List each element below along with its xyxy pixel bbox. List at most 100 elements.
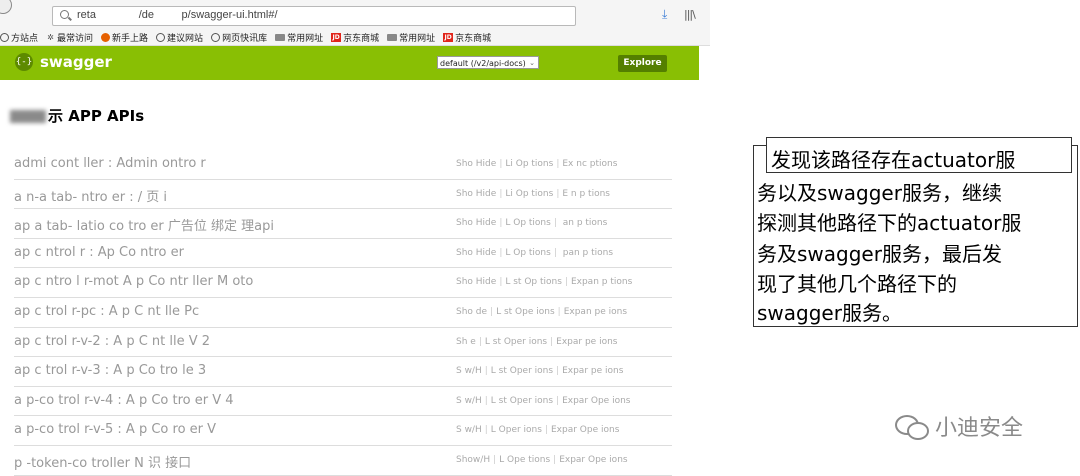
- expand-operations-link[interactable]: Ex nc ptions: [562, 159, 617, 169]
- bookmark-item[interactable]: 新手上路: [101, 31, 148, 44]
- show-hide-link[interactable]: S w/H: [456, 396, 482, 406]
- resource-actions: Sho Hide | L st Op tions | Expan p tions: [456, 277, 632, 287]
- list-operations-link[interactable]: L st Ope ions: [496, 307, 555, 317]
- reload-icon[interactable]: [0, 0, 12, 14]
- resource-row[interactable]: p -token-co troller N 识 接口 Show/H | L Ope t…: [14, 446, 672, 476]
- bookmark-label: 建议网站: [167, 34, 204, 44]
- separator: |: [484, 395, 488, 406]
- address-bar[interactable]: reta /de p/swagger-ui.html#/: [52, 6, 576, 26]
- bookmark-item[interactable]: 常用网址: [275, 31, 323, 44]
- separator: |: [556, 395, 560, 406]
- resource-name[interactable]: a p-co trol r-v-4 : A p Co tro er V 4: [14, 393, 234, 408]
- list-operations-link[interactable]: L st Oper ions: [491, 396, 553, 406]
- resource-name[interactable]: admi cont ller : Admin ontro r: [14, 156, 206, 171]
- show-hide-link[interactable]: Sho Hide: [456, 189, 496, 199]
- redacted-block: [10, 110, 46, 123]
- separator: |: [499, 218, 503, 229]
- bookmark-item[interactable]: JD 京东商城: [443, 31, 491, 44]
- folder-icon: [275, 34, 286, 41]
- bookmark-item[interactable]: 建议网站: [156, 31, 203, 44]
- expand-operations-link[interactable]: an p tions: [560, 218, 608, 228]
- list-operations-link[interactable]: L st Oper ions: [485, 337, 547, 347]
- resource-name[interactable]: ap c trol r-v-2 : A p C nt lle V 2: [14, 334, 210, 349]
- annotation-line: swagger服务。: [757, 301, 902, 325]
- jd-icon: JD: [331, 33, 342, 42]
- resource-name[interactable]: p -token-co troller N 识 接口: [14, 452, 191, 471]
- bookmark-item[interactable]: 网页快讯库: [211, 31, 267, 44]
- library-icon[interactable]: |||\: [684, 8, 696, 21]
- separator: |: [499, 277, 503, 288]
- show-hide-link[interactable]: Sho de: [456, 307, 487, 317]
- expand-operations-link[interactable]: Expar Ope ions: [559, 455, 627, 465]
- bookmark-item[interactable]: 常用网址: [387, 31, 435, 44]
- resource-row[interactable]: ap a tab- latio co tro er 广告位 绑定 理api Sho…: [14, 209, 672, 239]
- show-hide-link[interactable]: Sho Hide: [456, 218, 496, 228]
- show-hide-link[interactable]: Show/H: [456, 455, 490, 465]
- show-hide-link[interactable]: S w/H: [456, 425, 482, 435]
- resource-row[interactable]: ap c trol r-v-2 : A p C nt lle V 2 Sh e | L…: [14, 328, 672, 358]
- separator: |: [478, 336, 482, 347]
- watermark: 小迪安全: [895, 410, 1023, 442]
- separator: |: [544, 425, 548, 436]
- resource-row[interactable]: ap c trol r-v-3 : A p Co tro le 3S w/H | L…: [14, 357, 672, 387]
- resource-row[interactable]: admi cont ller : Admin ontro r Sho Hide | L…: [14, 150, 672, 180]
- list-operations-link[interactable]: L st Op tions: [505, 277, 562, 287]
- folder-icon: [387, 34, 398, 41]
- list-operations-link[interactable]: L Ope tions: [499, 455, 550, 465]
- annotation-line: 发现该路径存在actuator服: [771, 148, 1016, 172]
- bookmark-item[interactable]: JD 京东商城: [331, 31, 379, 44]
- download-icon[interactable]: ⤓: [662, 8, 667, 20]
- resource-row[interactable]: a p-co trol r-v-4 : A p Co tro er V 4 S w…: [14, 387, 672, 417]
- expand-operations-link[interactable]: pan p tions: [560, 248, 613, 258]
- globe-icon: [0, 33, 9, 42]
- resource-actions: Sho Hide | L Op tions | an p tions: [456, 218, 607, 228]
- expand-operations-link[interactable]: E n p tions: [562, 189, 610, 199]
- expand-operations-link[interactable]: Expar Ope ions: [551, 425, 619, 435]
- expand-operations-link[interactable]: Expar pe ions: [556, 337, 617, 347]
- resource-name[interactable]: ap c ntrol r : Ap Co ntro er: [14, 245, 184, 260]
- list-operations-link[interactable]: Li Op tions: [505, 189, 553, 199]
- resource-name[interactable]: ap c trol r-v-3 : A p Co tro le 3: [14, 363, 206, 378]
- expand-operations-link[interactable]: Expan pe ions: [564, 307, 627, 317]
- bookmark-label: 网页快讯库: [222, 34, 268, 44]
- bookmark-item[interactable]: ✲ 最常访问: [46, 31, 93, 44]
- resource-actions: Sh e | L st Oper ions | Expar pe ions: [456, 337, 617, 347]
- bookmark-label: 京东商城: [343, 34, 380, 44]
- resource-name[interactable]: a p-co trol r-v-5 : A p Co ro er V: [14, 422, 216, 437]
- list-operations-link[interactable]: L Op tions: [505, 218, 550, 228]
- search-icon: [60, 10, 69, 19]
- resource-actions: Sho Hide | Li Op tions | E n p tions: [456, 189, 610, 199]
- resource-row[interactable]: ap c trol r-pc : A p C nt lle Pc Sho de | L…: [14, 298, 672, 328]
- resource-name[interactable]: ap c trol r-pc : A p C nt lle Pc: [14, 304, 199, 319]
- show-hide-link[interactable]: Sho Hide: [456, 277, 496, 287]
- spec-select[interactable]: default (/v2/api-docs) ⌄: [437, 56, 539, 69]
- bookmark-label: 方站点: [11, 34, 39, 44]
- list-operations-link[interactable]: L Oper ions: [491, 425, 542, 435]
- show-hide-link[interactable]: Sho Hide: [456, 248, 496, 258]
- list-operations-link[interactable]: L Op tions: [505, 248, 550, 258]
- show-hide-link[interactable]: Sho Hide: [456, 159, 496, 169]
- resource-name[interactable]: ap a tab- latio co tro er 广告位 绑定 理api: [14, 215, 274, 234]
- bookmark-item[interactable]: 方站点: [0, 31, 38, 44]
- resource-name[interactable]: ap c ntro l r-mot A p Co ntr ller M oto: [14, 274, 253, 289]
- show-hide-link[interactable]: Sh e: [456, 337, 476, 347]
- show-hide-link[interactable]: S w/H: [456, 366, 482, 376]
- expand-operations-link[interactable]: Expan p tions: [571, 277, 632, 287]
- resource-row[interactable]: ap c ntrol r : Ap Co ntro er Sho Hide | L O…: [14, 239, 672, 269]
- annotation-line: 务及swagger服务，最后发: [757, 242, 1002, 266]
- explore-button[interactable]: Explore: [618, 55, 667, 72]
- expand-operations-link[interactable]: Expar Ope ions: [562, 396, 630, 406]
- resource-name[interactable]: a n-a tab- ntro er : / 页 i: [14, 186, 167, 205]
- resource-row[interactable]: a n-a tab- ntro er : / 页 i Sho Hide | Li Op…: [14, 180, 672, 210]
- resource-row[interactable]: a p-co trol r-v-5 : A p Co ro er V S w/H |…: [14, 416, 672, 446]
- jd-icon: JD: [443, 33, 454, 42]
- list-operations-link[interactable]: L st Oper ions: [491, 366, 553, 376]
- separator: |: [550, 336, 554, 347]
- watermark-text: 小迪安全: [935, 416, 1024, 441]
- swagger-header: {-} swagger default (/v2/api-docs) ⌄ Exp…: [0, 46, 699, 80]
- list-operations-link[interactable]: Li Op tions: [505, 159, 553, 169]
- resource-row[interactable]: ap c ntro l r-mot A p Co ntr ller M oto S…: [14, 268, 672, 298]
- swagger-title: swagger: [40, 53, 112, 71]
- expand-operations-link[interactable]: Expar pe ions: [562, 366, 623, 376]
- separator: |: [556, 188, 560, 199]
